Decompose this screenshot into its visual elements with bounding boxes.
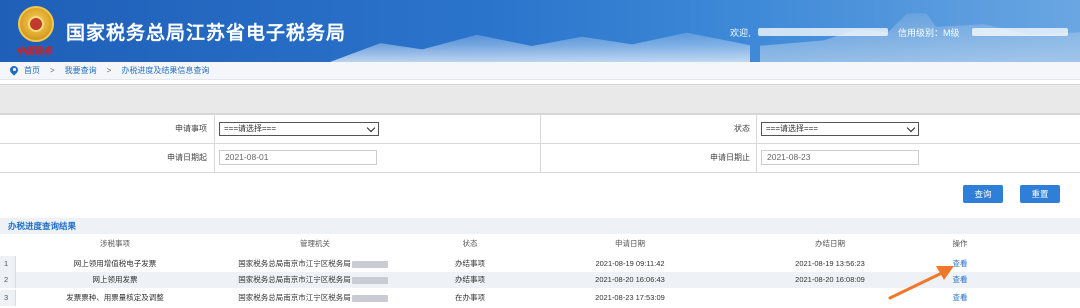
cell-org: 国家税务总局南京市江宁区税务局 [228, 256, 398, 272]
start-date-label: 申请日期起 [167, 153, 207, 162]
matter-select-value: ===请选择=== [224, 124, 277, 133]
cell-apply-date: 2021-08-19 09:11:42 [595, 259, 665, 268]
row-index: 3 [4, 293, 9, 302]
matter-label: 申请事项 [175, 124, 207, 133]
results-title: 办税进度查询结果 [0, 218, 1080, 234]
site-title: 国家税务总局江苏省电子税务局 [66, 23, 347, 44]
cell-done-date: 2021-08-19 13:56:23 [795, 259, 865, 268]
form-row: 申请事项 ===请选择=== 状态 ===请选择=== [0, 115, 1080, 144]
breadcrumb-current[interactable]: 办税进度及结果信息查询 [121, 65, 209, 76]
breadcrumb-home[interactable]: 首页 [24, 65, 40, 76]
breadcrumb-separator: > [50, 66, 55, 75]
status-label: 状态 [734, 124, 750, 133]
divider [214, 115, 215, 143]
cell-matter: 发票票种、用票量核定及调整 [66, 293, 164, 302]
column-header: 办结日期 [815, 239, 845, 248]
column-header: 管理机关 [300, 239, 330, 248]
org-text: 国家税务总局南京市江宁区税务局 [238, 293, 351, 302]
toolbar-band [0, 84, 1080, 114]
end-date-input[interactable]: 2021-08-23 [761, 150, 919, 165]
welcome-text: 欢迎, [730, 28, 751, 38]
divider [756, 115, 757, 143]
cell-matter: 网上领用增值税电子发票 [73, 259, 157, 268]
masked-text [351, 294, 388, 302]
cell-status: 办结事项 [455, 259, 485, 268]
breadcrumb-my-query[interactable]: 我要查询 [65, 65, 97, 76]
cell-done-date: 2021-08-20 16:08:09 [795, 275, 865, 284]
column-header: 状态 [462, 239, 478, 248]
matter-select[interactable]: ===请选择=== [219, 122, 379, 136]
chevron-down-icon [906, 123, 916, 133]
results-table-header: 涉税事项 管理机关 状态 申请日期 办结日期 操作 [0, 236, 1080, 252]
cell-matter: 网上领用发票 [92, 275, 138, 284]
masked-text [351, 260, 388, 268]
status-select[interactable]: ===请选择=== [761, 122, 919, 136]
chevron-down-icon [366, 123, 376, 133]
header-banner: 中国税务 国家税务总局江苏省电子税务局 欢迎, 信用级别：M级 [0, 0, 1080, 62]
masked-user-name [758, 28, 888, 36]
location-pin-icon [10, 66, 18, 76]
form-row: 申请日期起 2021-08-01 申请日期止 2021-08-23 [0, 144, 1080, 173]
cell-status: 在办事项 [455, 293, 485, 302]
query-button[interactable]: 查询 [963, 185, 1003, 203]
credit-level: 信用级别：M级 [898, 28, 960, 38]
tax-emblem-logo [18, 6, 54, 42]
org-text: 国家税务总局南京市江宁区税务局 [238, 259, 351, 268]
breadcrumb: 首页 > 我要查询 > 办税进度及结果信息查询 [0, 62, 1080, 80]
masked-text [351, 276, 388, 284]
cell-org: 国家税务总局南京市江宁区税务局 [228, 272, 398, 288]
masked-taxpayer-id [972, 28, 1068, 36]
row-index: 1 [4, 259, 9, 268]
emblem-text: 中国税务 [16, 47, 53, 57]
cell-status: 办结事项 [455, 275, 485, 284]
divider [214, 144, 215, 172]
reset-button[interactable]: 重置 [1020, 185, 1060, 203]
column-header: 申请日期 [615, 239, 645, 248]
cell-org: 国家税务总局南京市江宁区税务局 [228, 290, 398, 306]
query-form: 申请事项 ===请选择=== 状态 ===请选择=== 申请日期起 2021-0… [0, 114, 1080, 173]
start-date-input[interactable]: 2021-08-01 [219, 150, 377, 165]
divider [756, 144, 757, 172]
mountain-decoration [330, 32, 750, 62]
end-date-label: 申请日期止 [710, 153, 750, 162]
org-text: 国家税务总局南京市江宁区税务局 [238, 275, 351, 284]
breadcrumb-separator: > [106, 66, 112, 75]
cell-apply-date: 2021-08-20 16:06:43 [595, 275, 665, 284]
cell-apply-date: 2021-08-23 17:53:09 [595, 293, 665, 302]
column-header: 涉税事项 [100, 239, 130, 248]
row-index: 2 [4, 275, 9, 284]
annotation-arrow-icon [888, 266, 954, 300]
column-header: 操作 [952, 239, 968, 248]
cell-done-date [760, 290, 900, 306]
status-select-value: ===请选择=== [766, 124, 819, 133]
